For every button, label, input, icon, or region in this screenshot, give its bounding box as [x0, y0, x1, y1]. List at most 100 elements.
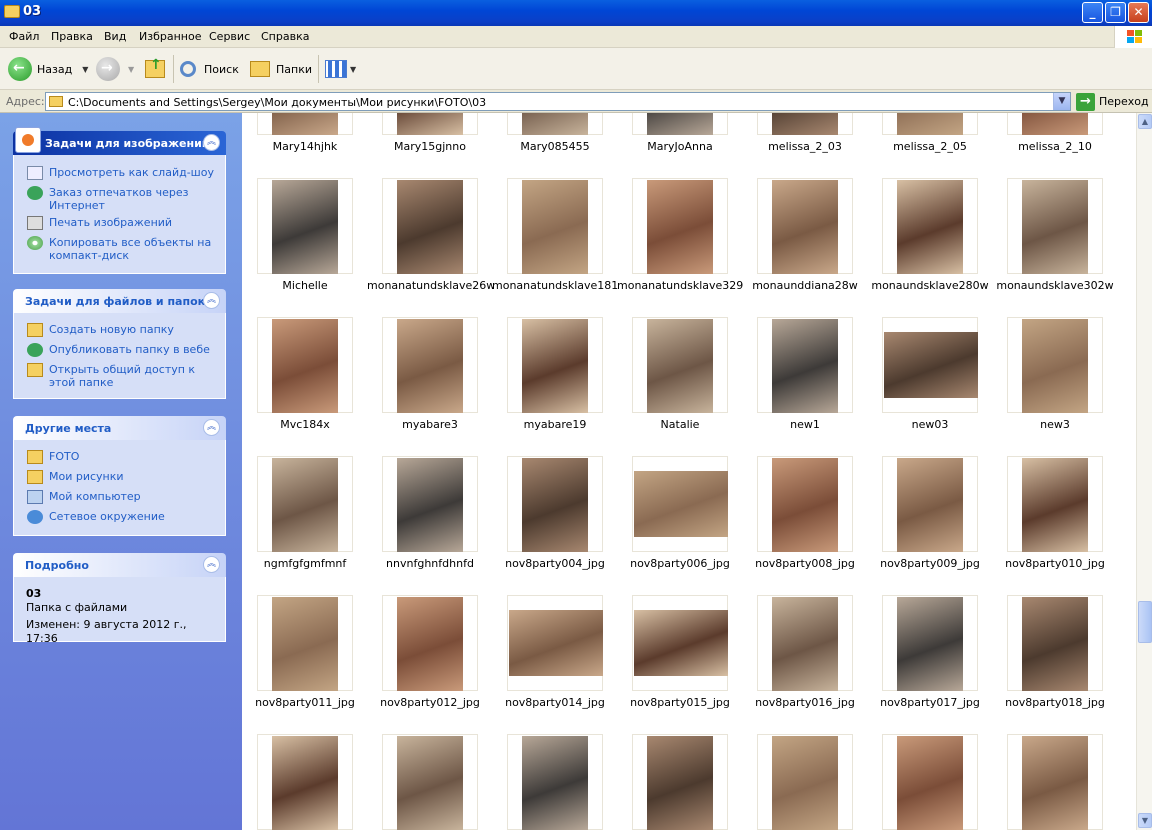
file-thumbnail[interactable]: [507, 113, 603, 135]
place-network[interactable]: Сетевое окружение: [14, 510, 225, 530]
forward-button[interactable]: → ▼: [96, 55, 134, 83]
task-publish-web[interactable]: Опубликовать папку в вебе: [14, 343, 225, 363]
file-thumbnail[interactable]: [507, 317, 603, 413]
file-name-label[interactable]: new3: [992, 418, 1118, 431]
file-name-label[interactable]: monaunddiana28w: [742, 279, 868, 292]
file-thumbnail[interactable]: [507, 734, 603, 830]
file-name-label[interactable]: nov8party012_jpg: [367, 696, 493, 709]
file-thumbnail[interactable]: [382, 178, 478, 274]
file-thumbnail[interactable]: [882, 456, 978, 552]
task-copy-cd[interactable]: Копировать все объекты на компакт-диск: [14, 236, 225, 266]
task-new-folder[interactable]: Создать новую папку: [14, 323, 225, 343]
file-name-label[interactable]: myabare19: [492, 418, 618, 431]
menu-help[interactable]: Справка: [261, 30, 309, 43]
file-name-label[interactable]: new03: [867, 418, 993, 431]
file-thumbnail[interactable]: [1007, 595, 1103, 691]
file-thumbnail[interactable]: [632, 456, 728, 552]
close-button[interactable]: ✕: [1128, 2, 1149, 23]
collapse-icon[interactable]: ︽: [203, 419, 220, 436]
file-thumbnail[interactable]: [757, 113, 853, 135]
menu-favorites[interactable]: Избранное: [139, 30, 201, 43]
file-name-label[interactable]: nov8party010_jpg: [992, 557, 1118, 570]
search-button[interactable]: Поиск: [180, 55, 239, 83]
address-dropdown-button[interactable]: ▼: [1053, 93, 1070, 110]
file-name-label[interactable]: ngmfgfgmfmnf: [242, 557, 368, 570]
back-dropdown-icon[interactable]: ▼: [82, 65, 88, 74]
address-field[interactable]: C:\Documents and Settings\Sergey\Мои док…: [45, 92, 1071, 111]
file-thumbnail[interactable]: [507, 595, 603, 691]
place-my-pictures[interactable]: Мои рисунки: [14, 470, 225, 490]
task-order-prints[interactable]: Заказ отпечатков через Интернет: [14, 186, 225, 216]
file-thumbnail[interactable]: [757, 178, 853, 274]
scroll-down-button[interactable]: ▼: [1138, 813, 1152, 828]
views-button[interactable]: ▼: [325, 55, 356, 83]
file-name-label[interactable]: nov8party018_jpg: [992, 696, 1118, 709]
collapse-icon[interactable]: ︽: [203, 556, 220, 573]
file-thumbnail[interactable]: [382, 734, 478, 830]
file-name-label[interactable]: new1: [742, 418, 868, 431]
go-button[interactable]: → Переход: [1076, 92, 1149, 111]
task-share-folder[interactable]: Открыть общий доступ к этой папке: [14, 363, 225, 393]
other-places-header[interactable]: Другие места ︽: [13, 416, 226, 440]
file-name-label[interactable]: Mvc184x: [242, 418, 368, 431]
menu-edit[interactable]: Правка: [51, 30, 93, 43]
file-name-label[interactable]: MaryJoAnna: [617, 140, 743, 153]
place-my-computer[interactable]: Мой компьютер: [14, 490, 225, 510]
file-thumbnail[interactable]: [632, 113, 728, 135]
file-name-label[interactable]: Mary085455: [492, 140, 618, 153]
file-thumbnail[interactable]: [507, 456, 603, 552]
file-name-label[interactable]: monanatundsklave329w: [617, 279, 743, 292]
file-thumbnail[interactable]: [1007, 456, 1103, 552]
task-print[interactable]: Печать изображений: [14, 216, 225, 236]
file-name-label[interactable]: nov8party016_jpg: [742, 696, 868, 709]
file-thumbnail[interactable]: [882, 734, 978, 830]
file-tasks-header[interactable]: Задачи для файлов и папок ︽: [13, 289, 226, 313]
file-thumbnail[interactable]: [632, 178, 728, 274]
file-thumbnail[interactable]: [882, 595, 978, 691]
file-thumbnail[interactable]: [257, 456, 353, 552]
file-name-label[interactable]: nov8party011_jpg: [242, 696, 368, 709]
task-slideshow[interactable]: Просмотреть как слайд-шоу: [14, 166, 225, 186]
scroll-thumb[interactable]: [1138, 601, 1152, 643]
file-name-label[interactable]: nnvnfghnfdhnfd: [367, 557, 493, 570]
file-name-label[interactable]: Michelle: [242, 279, 368, 292]
file-name-label[interactable]: nov8party014_jpg: [492, 696, 618, 709]
file-thumbnail[interactable]: [632, 595, 728, 691]
file-thumbnail[interactable]: [1007, 113, 1103, 135]
folders-button[interactable]: Папки: [250, 55, 312, 83]
file-name-label[interactable]: nov8party006_jpg: [617, 557, 743, 570]
file-name-label[interactable]: nov8party009_jpg: [867, 557, 993, 570]
file-thumbnail[interactable]: [882, 178, 978, 274]
file-name-label[interactable]: Natalie: [617, 418, 743, 431]
vertical-scrollbar[interactable]: ▲ ▼: [1136, 113, 1152, 830]
file-name-label[interactable]: Mary14hjhk: [242, 140, 368, 153]
minimize-button[interactable]: _: [1082, 2, 1103, 23]
details-header[interactable]: Подробно ︽: [13, 553, 226, 577]
file-name-label[interactable]: Mary15gjnno: [367, 140, 493, 153]
collapse-icon[interactable]: ︽: [203, 292, 220, 309]
place-foto[interactable]: FOTO: [14, 450, 225, 470]
up-folder-button[interactable]: ↑: [145, 55, 165, 83]
file-thumbnail[interactable]: [882, 113, 978, 135]
file-thumbnail[interactable]: [382, 317, 478, 413]
file-name-label[interactable]: melissa_2_10: [992, 140, 1118, 153]
file-thumbnail[interactable]: [507, 178, 603, 274]
file-name-label[interactable]: monanatundsklave181w: [492, 279, 618, 292]
file-name-label[interactable]: melissa_2_03: [742, 140, 868, 153]
file-name-label[interactable]: monanatundsklave26w: [367, 279, 493, 292]
file-name-label[interactable]: nov8party017_jpg: [867, 696, 993, 709]
file-thumbnail[interactable]: [632, 734, 728, 830]
file-thumbnail[interactable]: [757, 317, 853, 413]
file-thumbnail[interactable]: [757, 456, 853, 552]
file-thumbnail[interactable]: [757, 595, 853, 691]
file-thumbnail[interactable]: [257, 734, 353, 830]
menu-view[interactable]: Вид: [104, 30, 126, 43]
file-name-label[interactable]: monaundsklave302w: [992, 279, 1118, 292]
file-thumbnail[interactable]: [1007, 317, 1103, 413]
collapse-icon[interactable]: ︽: [203, 134, 220, 151]
menu-file[interactable]: Файл: [9, 30, 39, 43]
file-thumbnail[interactable]: [257, 595, 353, 691]
back-button[interactable]: ← Назад ▼: [8, 55, 88, 83]
file-thumbnail[interactable]: [257, 113, 353, 135]
file-thumbnail[interactable]: [382, 456, 478, 552]
